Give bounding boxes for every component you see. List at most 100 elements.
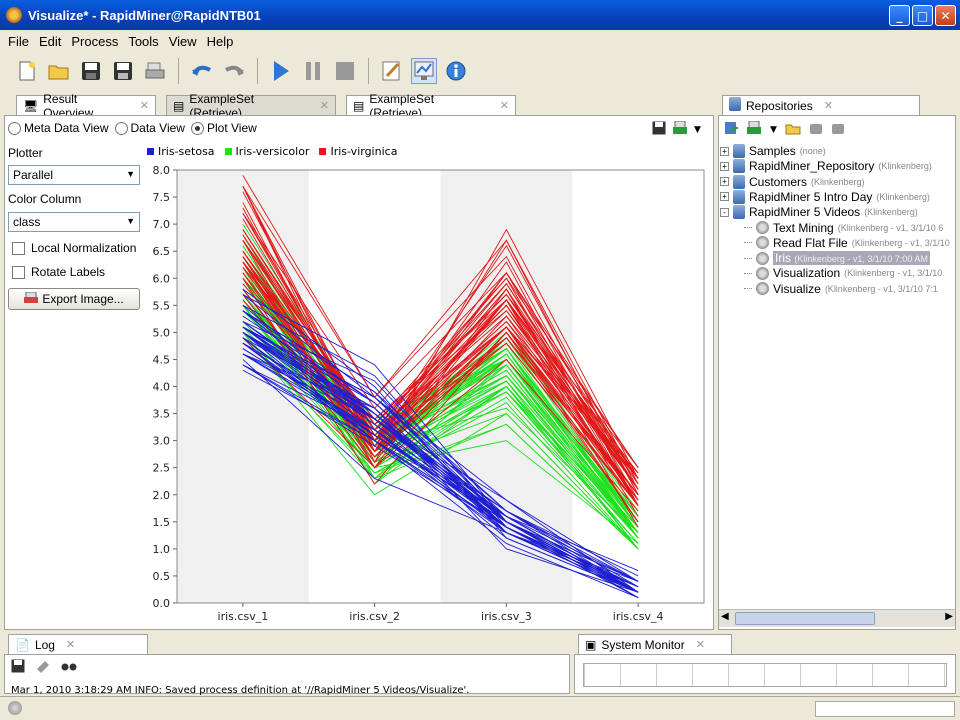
y-tick-label: 5.0 xyxy=(153,326,171,339)
repository-item-label: Iris xyxy=(775,251,791,266)
copy-icon[interactable] xyxy=(831,121,845,138)
scroll-right-icon[interactable]: ▶ xyxy=(945,611,953,622)
repository-item[interactable]: + Samples (none) xyxy=(720,144,826,158)
y-tick-label: 2.5 xyxy=(153,462,171,475)
menu-file[interactable]: File xyxy=(8,34,29,49)
cut-icon[interactable] xyxy=(809,121,823,138)
meta-data-view-radio[interactable]: Meta Data View xyxy=(8,121,109,135)
open-folder-icon[interactable] xyxy=(46,58,72,84)
maximize-button[interactable]: □ xyxy=(912,5,933,26)
expand-icon[interactable]: + xyxy=(720,177,729,187)
run-icon[interactable] xyxy=(268,58,294,84)
legend-swatch xyxy=(319,148,327,155)
legend-virginica: Iris-virginica xyxy=(319,145,397,158)
scroll-left-icon[interactable]: ◀ xyxy=(721,611,729,622)
repository-item[interactable]: Visualize (Klinkenberg - v1, 3/1/10 7:1 xyxy=(744,282,938,296)
repository-item-label: RapidMiner_Repository xyxy=(749,159,875,174)
add-repository-icon[interactable] xyxy=(724,121,738,138)
y-tick-label: 5.5 xyxy=(153,299,171,312)
close-tab-icon[interactable]: ✕ xyxy=(500,99,509,112)
print-icon[interactable] xyxy=(142,58,168,84)
export-image-button[interactable]: Export Image... xyxy=(8,288,140,310)
legend-setosa: Iris-setosa xyxy=(147,145,215,158)
minimize-button[interactable]: _ xyxy=(889,5,910,26)
clear-log-icon[interactable] xyxy=(35,659,51,676)
repository-horizontal-scrollbar[interactable]: ◀ ▶ xyxy=(719,609,955,627)
stop-icon[interactable] xyxy=(332,58,358,84)
expand-icon[interactable]: + xyxy=(720,161,729,171)
plot-view-radio[interactable]: Plot View xyxy=(190,121,257,135)
repository-item[interactable]: Read Flat File (Klinkenberg - v1, 3/1/10 xyxy=(744,236,950,250)
data-view-radio[interactable]: Data View xyxy=(114,121,185,135)
legend-swatch xyxy=(224,148,232,155)
close-button[interactable]: ✕ xyxy=(935,5,956,26)
repository-item-label: RapidMiner 5 Videos xyxy=(749,205,861,220)
repository-item[interactable]: Text Mining (Klinkenberg - v1, 3/1/10 6 xyxy=(744,221,943,235)
menu-tools[interactable]: Tools xyxy=(128,34,158,49)
y-tick-label: 0.0 xyxy=(153,597,171,610)
result-perspective-icon[interactable] xyxy=(411,58,437,84)
tree-connector xyxy=(744,288,752,290)
export-icon xyxy=(24,291,39,307)
scrollbar-thumb[interactable] xyxy=(735,612,875,625)
menu-help[interactable]: Help xyxy=(207,34,234,49)
expand-icon[interactable]: + xyxy=(720,146,729,156)
pause-icon[interactable] xyxy=(300,58,326,84)
close-tab-icon[interactable]: ✕ xyxy=(320,99,329,112)
repository-item[interactable]: + RapidMiner 5 Intro Day (Klinkenberg) xyxy=(720,189,930,204)
y-tick-label: 8.0 xyxy=(153,165,171,177)
import-icon[interactable] xyxy=(746,120,762,138)
tab-exampleset-1[interactable]: ▤ ExampleSet (Retrieve) ✕ xyxy=(166,92,336,120)
design-perspective-icon[interactable] xyxy=(379,58,405,84)
y-tick-label: 4.0 xyxy=(153,381,171,394)
tab-exampleset-2[interactable]: ▤ ExampleSet (Retrieve) ✕ xyxy=(346,92,516,120)
tab-log[interactable]: 📄 Log ✕ xyxy=(8,634,148,654)
repository-icon xyxy=(733,159,745,174)
repository-item-meta: (Klinkenberg) xyxy=(811,176,865,187)
chevron-down-icon[interactable]: ▼ xyxy=(694,125,701,135)
local-normalization-checkbox[interactable]: Local Normalization xyxy=(12,241,136,255)
plotter-select[interactable]: Parallel ▼ xyxy=(8,165,140,185)
repository-item[interactable]: + RapidMiner_Repository (Klinkenberg) xyxy=(720,159,932,174)
new-folder-icon[interactable] xyxy=(785,122,801,138)
chart-legend: Iris-setosa Iris-versicolor Iris-virgini… xyxy=(147,145,397,158)
tab-repositories[interactable]: Repositories ✕ xyxy=(722,95,920,115)
print-plot-icon[interactable] xyxy=(672,120,688,138)
repository-item[interactable]: - RapidMiner 5 Videos (Klinkenberg) xyxy=(720,205,918,220)
save-plot-icon[interactable] xyxy=(652,121,666,138)
repository-item[interactable]: Iris (Klinkenberg - v1, 3/1/10 7:00 AM xyxy=(744,251,930,266)
save-icon[interactable] xyxy=(78,58,104,84)
process-icon xyxy=(756,266,769,280)
info-icon[interactable] xyxy=(443,58,469,84)
y-tick-label: 7.0 xyxy=(153,218,171,231)
menu-process[interactable]: Process xyxy=(71,34,118,49)
collapse-icon[interactable]: - xyxy=(720,207,729,217)
color-column-select[interactable]: class ▼ xyxy=(8,212,140,232)
close-tab-icon[interactable]: ✕ xyxy=(66,638,75,651)
repository-item-label: Samples xyxy=(749,144,796,158)
menu-edit[interactable]: Edit xyxy=(39,34,61,49)
status-bar xyxy=(0,696,960,720)
repository-item[interactable]: + Customers (Klinkenberg) xyxy=(720,174,865,189)
expand-icon[interactable]: + xyxy=(720,192,729,202)
menu-view[interactable]: View xyxy=(169,34,197,49)
chevron-down-icon[interactable]: ▼ xyxy=(770,125,777,135)
repository-item-meta: (Klinkenberg) xyxy=(864,207,918,218)
rotate-labels-checkbox[interactable]: Rotate Labels xyxy=(12,265,105,279)
toolbar-separator xyxy=(368,58,369,84)
repository-item-meta: (none) xyxy=(799,146,826,156)
y-tick-label: 6.5 xyxy=(153,245,171,258)
new-process-icon[interactable] xyxy=(14,58,40,84)
y-tick-label: 1.0 xyxy=(153,543,171,556)
close-tab-icon[interactable]: ✕ xyxy=(824,99,833,112)
undo-icon[interactable] xyxy=(189,58,215,84)
close-tab-icon[interactable]: ✕ xyxy=(140,99,149,112)
close-tab-icon[interactable]: ✕ xyxy=(696,638,705,651)
search-log-icon[interactable] xyxy=(61,659,77,676)
repository-item[interactable]: Visualization (Klinkenberg - v1, 3/1/10 xyxy=(744,266,942,280)
tab-system-monitor[interactable]: ▣ System Monitor ✕ xyxy=(578,634,732,654)
redo-icon[interactable] xyxy=(221,58,247,84)
tab-result-overview[interactable]: 🖥 Result Overview ✕ xyxy=(16,92,156,120)
save-as-icon[interactable] xyxy=(110,58,136,84)
save-log-icon[interactable] xyxy=(11,659,25,676)
